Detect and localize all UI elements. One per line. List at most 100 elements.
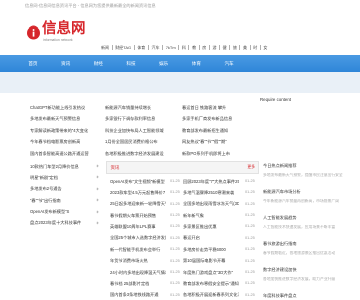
channel-link[interactable]: 汽车 xyxy=(147,44,162,50)
list-item-link[interactable]: “春”“节”出行指南 xyxy=(30,198,92,203)
sidebar-item-title[interactable]: 今日热点新闻推荐 xyxy=(263,163,349,168)
site-logo[interactable]: 信息网 information network xyxy=(26,20,88,44)
chevron-right-icon xyxy=(95,221,99,225)
nav-item[interactable]: 娱乐 xyxy=(147,55,180,72)
nav-item[interactable]: 科技 xyxy=(115,55,148,72)
right-sidebar: 今日热点新闻推荐 多地发布最新天气预警，提醒市民注意出行安全 新能源汽车市场分析… xyxy=(263,163,349,298)
headline-link[interactable]: 春运首日 铁路客流 攀升 xyxy=(182,105,254,117)
list-item: “春”“节”出行指南 xyxy=(30,198,102,209)
news-row: 全国25个城市入选数字经济发展名单 01-25 春运开启 01-25 xyxy=(106,235,258,246)
headline-column: 春运首日 铁路客流 攀升 多家手机厂商发布新品信息 教育部发布最新招生通知 网友… xyxy=(182,105,254,163)
news-title[interactable]: 多地气温骤降2510寒潮来袭 xyxy=(183,190,239,195)
headline-link[interactable]: 科技企业加快布局人工智能领域 xyxy=(105,128,178,140)
headline-link[interactable]: 多地发布最新天气预警信息 xyxy=(30,116,100,128)
news-title[interactable]: 2023款车型4.5万元起售降价7 xyxy=(110,190,166,195)
news-row: 春节档 25部影片定档 01-25 教育部发布寒假安全提示“通知” 01-25 xyxy=(106,281,258,292)
channel-link[interactable]: 女 xyxy=(259,44,270,50)
headline-link[interactable]: 1月份全国居民消费价格公布 xyxy=(105,139,178,151)
list-item-link[interactable]: OpenAI发布新模型“S xyxy=(30,209,92,214)
list-item-link[interactable]: 盘点2023年度十大科技事件 xyxy=(30,220,92,225)
news-title[interactable]: 春运开启 xyxy=(183,235,239,240)
more-link[interactable]: 更多 xyxy=(247,165,255,170)
sidebar-item-desc: 多地发布最新天气预警，提醒市民注意出行安全 xyxy=(263,172,343,177)
sidebar-item: 数字经济建设加快 各地加快推进数字经济发展，助力产业升级 xyxy=(263,267,349,293)
news-row: 新一代智能手机发布会举行 01-25 多地房价走势平稳6000 01-25 xyxy=(106,247,258,258)
news-title[interactable]: 多家景区推出优惠 xyxy=(183,224,239,229)
headline-link[interactable]: 新能源汽车销量持续增长 xyxy=(105,105,178,117)
news-title[interactable]: 教育部发布寒假安全提示“通知” xyxy=(183,281,239,286)
news-date: 01-25 xyxy=(245,201,255,206)
news-title[interactable]: 英雄联盟10周年LPL赛事 xyxy=(110,224,166,229)
list-item-link[interactable]: 明星“新剧”定档 xyxy=(30,175,92,180)
news-title[interactable]: 25日起多地迎来新一轮降雪天气 xyxy=(110,201,166,206)
nav-item[interactable]: 体育 xyxy=(180,55,213,72)
list-item: 多地发布2号通告 xyxy=(30,186,102,197)
news-title[interactable]: 春节档 25部影片定档 xyxy=(110,281,166,286)
channel-link[interactable]: 游 xyxy=(208,44,219,50)
sidebar-item-title[interactable]: 春节旅游出行指南 xyxy=(263,241,349,246)
news-box-title: 资讯 xyxy=(110,165,120,170)
news-title[interactable]: 全国25个城市入选数字经济发展名单 xyxy=(110,235,166,240)
sidebar-item-title[interactable]: 数字经济建设加快 xyxy=(263,267,349,272)
news-title[interactable]: 年度热门游戏盘点“3D大作” xyxy=(183,270,239,275)
headline-link[interactable]: 多家银行下调存款利率信息 xyxy=(105,116,178,128)
channel-link[interactable]: 体育 xyxy=(133,44,148,50)
sidebar-item-title[interactable]: 人工智能发展趋势 xyxy=(263,215,349,220)
news-date: 01-25 xyxy=(170,292,180,297)
news-row: 年货节消费市场火热 01-25 第10届国际电影节开幕 01-25 xyxy=(106,258,258,269)
news-title[interactable]: OpenAI发布“文生视频”新模型 xyxy=(110,179,166,184)
channel-link[interactable]: 时 xyxy=(249,44,260,50)
sidebar-item-title[interactable]: 年度科技事件盘点 xyxy=(263,293,349,298)
sidebar-item-title[interactable]: 新能源汽车市场分析 xyxy=(263,189,349,194)
news-title[interactable]: 国内首条3条地铁线路开通 xyxy=(110,292,166,297)
news-date: 01-25 xyxy=(245,178,255,183)
channel-link[interactable]: 新闻 xyxy=(101,45,112,50)
channel-link[interactable]: 旅 xyxy=(229,44,239,50)
channel-link[interactable]: 美 xyxy=(239,44,249,50)
news-date: 01-25 xyxy=(245,258,255,263)
news-title[interactable]: 各地积极开展迎新春系列文化活动 xyxy=(183,292,239,297)
news-title[interactable]: 新年新气象 xyxy=(183,213,239,218)
channel-link[interactable]: 科 xyxy=(178,44,188,50)
news-row: OpenAI发布“文生视频”新模型 01-25 回顾2023年度“7”大热点事件… xyxy=(106,179,258,190)
news-row: 24小时内多地出现降温天气情况 01-25 年度热门游戏盘点“3D大作” 01-… xyxy=(106,270,258,281)
news-date: 01-25 xyxy=(170,201,180,206)
nav-item[interactable]: 汽车 xyxy=(213,55,246,72)
list-item-link[interactable]: 10款热门车型2月降价信息 xyxy=(30,164,92,169)
headline-link[interactable]: 多家手机厂商发布新品信息 xyxy=(182,116,254,128)
headline-link[interactable]: 今年春节档电影票房创新高 xyxy=(30,139,100,151)
channel-link[interactable]: 房 xyxy=(198,44,209,50)
news-date: 01-25 xyxy=(170,178,180,183)
globe-logo-icon xyxy=(26,23,41,40)
left-news-list: 10款热门车型2月降价信息 明星“新剧”定档 多地发布2号通告 “春”“节”出行… xyxy=(30,164,102,232)
logo-name: 信息网 xyxy=(42,21,86,37)
headline-link[interactable]: 国内首条智能高速公路开通运营 xyxy=(30,151,100,163)
nav-item-home[interactable]: 首页 xyxy=(17,55,50,72)
channel-link[interactable]: 7kTm xyxy=(162,44,178,50)
list-item: 10款热门车型2月降价信息 xyxy=(30,164,102,175)
headline-link[interactable]: 专家解读新政策带来的“4大变化 xyxy=(30,128,100,140)
sidebar-item-desc: 春节假期临近，各地旅游景区推出优惠活动 xyxy=(263,250,336,255)
news-title[interactable]: 回顾2023年度“7”大热点事件2510 xyxy=(183,179,239,184)
channel-link[interactable]: 财经TAG xyxy=(111,44,134,50)
nav-item[interactable]: 财经 xyxy=(82,55,115,72)
sidebar-item-desc: 今年新能源汽车销量再创新高，市场前景广阔 xyxy=(263,198,339,203)
channel-link[interactable]: 教 xyxy=(188,44,198,50)
news-title[interactable]: 多地房价走势平稳6000 xyxy=(183,247,239,252)
news-title[interactable]: 全国多地出现雨雪冰冻天气(3D)预警 xyxy=(183,201,239,206)
news-title[interactable]: 24小时内多地出现降温天气情况 xyxy=(110,270,166,275)
headline-link[interactable]: ChatGPT新功能上线引发热议 xyxy=(30,105,100,117)
news-title[interactable]: 新一代智能手机发布会举行 xyxy=(110,247,166,252)
news-title[interactable]: 第10届国际电影节开幕 xyxy=(183,258,239,263)
list-item-link[interactable]: 多地发布2号通告 xyxy=(30,186,92,191)
news-title[interactable]: 年货节消费市场火热 xyxy=(110,258,166,263)
news-title[interactable]: 春节假期火车票开始预售 xyxy=(110,213,166,218)
news-row: 春节假期火车票开始预售 01-25 新年新气象 01-25 xyxy=(106,213,258,224)
news-date: 01-25 xyxy=(170,212,180,217)
nav-item[interactable]: 资讯 xyxy=(49,55,82,72)
headline-link[interactable]: 教育部发布最新招生通知 xyxy=(182,128,254,140)
headline-link[interactable]: 网友热议“春”“节”“假”“期” xyxy=(182,139,254,151)
channel-link[interactable]: 健 xyxy=(219,44,229,50)
news-date: 01-25 xyxy=(245,224,255,229)
chevron-right-icon xyxy=(95,175,99,180)
